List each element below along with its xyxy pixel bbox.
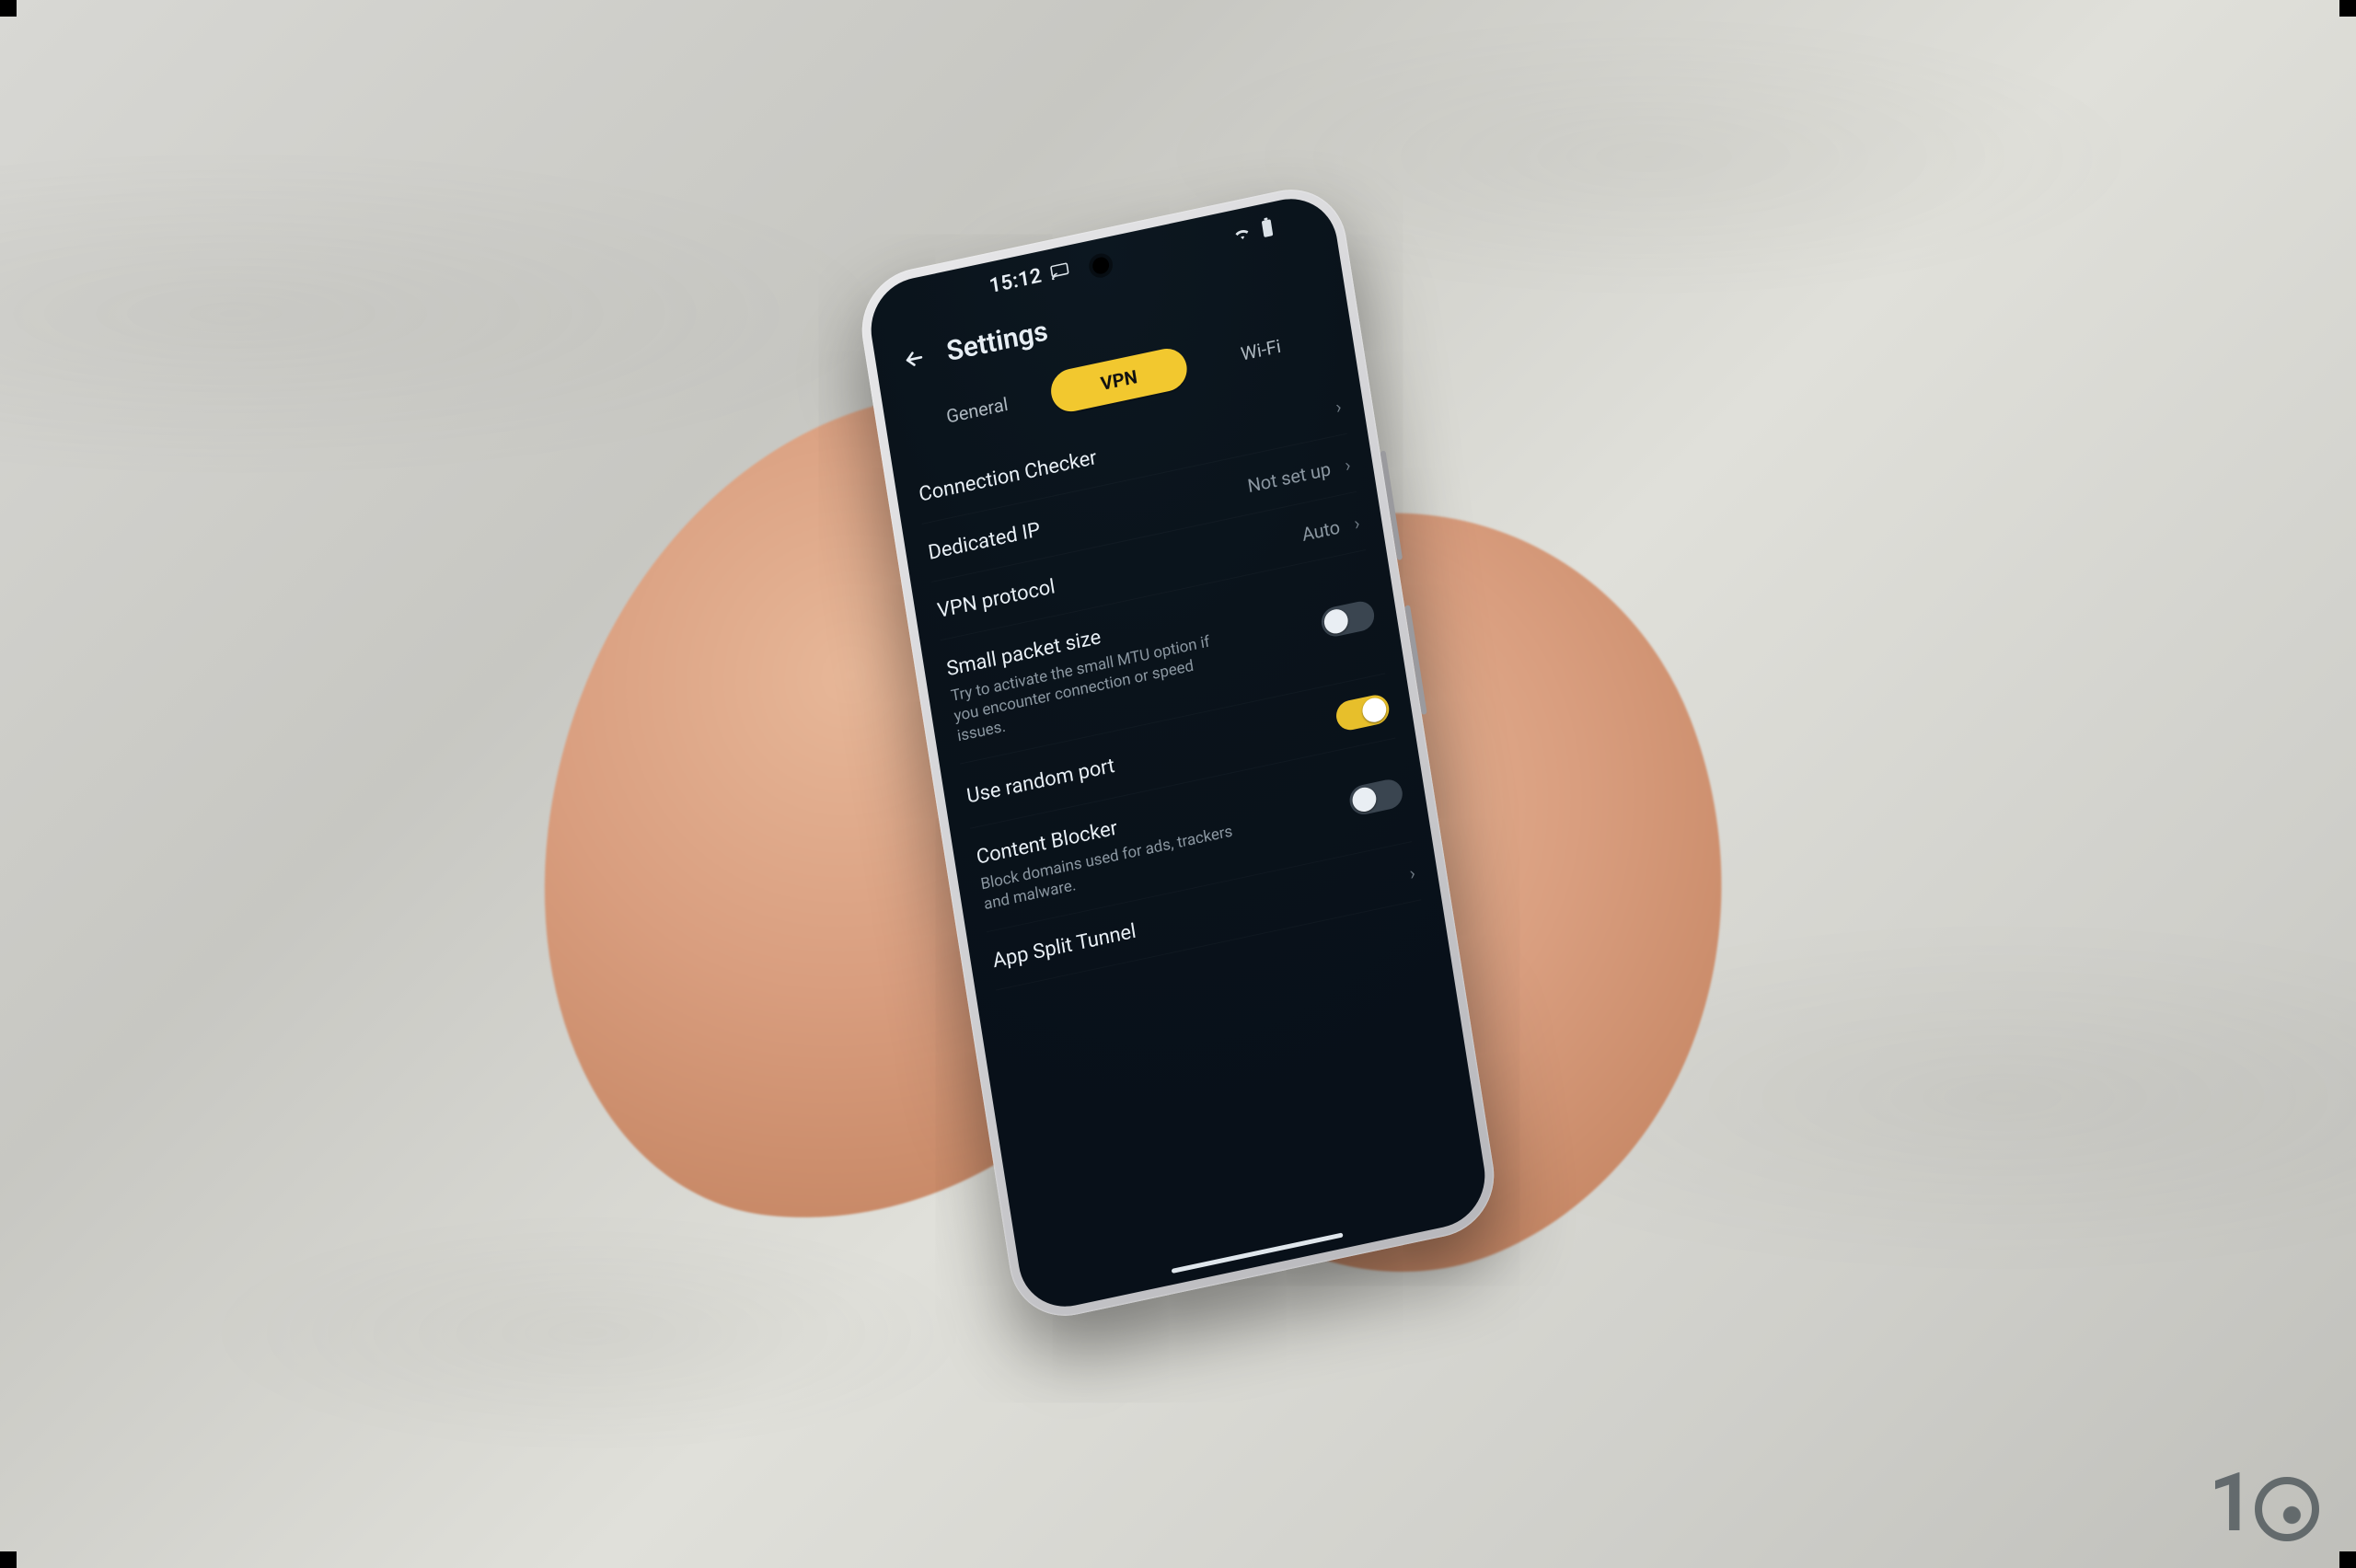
watermark-logo: 1 — [2209, 1463, 2319, 1544]
setting-label: Use random port — [965, 754, 1116, 808]
watermark-digit: 1 — [2209, 1463, 2251, 1544]
watermark-ring-icon — [2255, 1477, 2319, 1541]
setting-value: Auto — [1300, 515, 1342, 545]
toggle-small-packet-size[interactable] — [1320, 598, 1377, 639]
page-title: Settings — [944, 315, 1050, 368]
settings-list: Connection Checker›Dedicated IPNot set u… — [913, 377, 1421, 991]
chevron-right-icon: › — [1408, 861, 1417, 884]
setting-label: Dedicated IP — [927, 518, 1042, 564]
chevron-right-icon: › — [1334, 395, 1343, 418]
back-button[interactable] — [894, 337, 935, 381]
toggle-content-blocker[interactable] — [1347, 777, 1404, 817]
chevron-right-icon: › — [1343, 453, 1352, 476]
chevron-right-icon: › — [1352, 511, 1361, 534]
tab-wifi[interactable]: Wi-Fi — [1186, 315, 1334, 385]
setting-label: App Split Tunnel — [991, 920, 1138, 974]
tab-vpn-pill: VPN — [1048, 345, 1190, 416]
cast-icon — [1049, 262, 1069, 281]
setting-value: Not set up — [1246, 457, 1333, 497]
battery-icon — [1259, 216, 1275, 239]
setting-label: VPN protocol — [936, 575, 1057, 623]
tab-general[interactable]: General — [903, 375, 1051, 445]
toggle-use-random-port[interactable] — [1334, 693, 1392, 733]
status-time: 15:12 — [987, 264, 1044, 298]
wifi-icon — [1230, 224, 1253, 242]
